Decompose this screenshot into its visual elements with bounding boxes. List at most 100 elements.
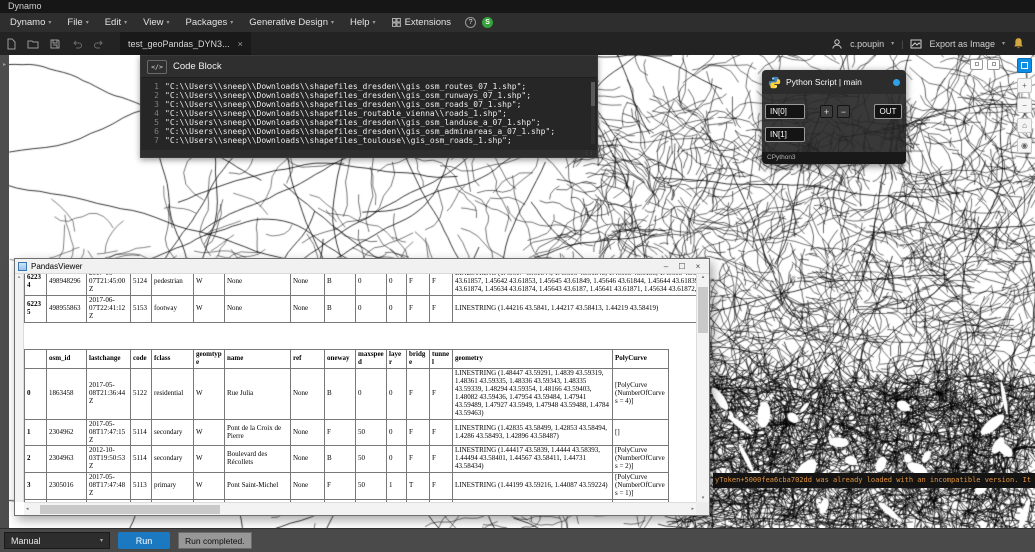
table-cell: F bbox=[429, 294, 453, 323]
code-scrollbar[interactable] bbox=[591, 82, 595, 144]
table-cell: F bbox=[429, 472, 453, 501]
table-cell: Pont de la Croix de Pierre bbox=[224, 418, 291, 447]
menu-help[interactable]: Help ▾ bbox=[342, 13, 384, 32]
scrollbar-thumb[interactable] bbox=[40, 505, 220, 514]
status-badge-icon[interactable]: S bbox=[482, 17, 494, 28]
zoom-out-button[interactable]: − bbox=[1017, 98, 1032, 113]
zoom-in-button[interactable]: + bbox=[1017, 78, 1032, 93]
python-engine-label[interactable]: CPython3 bbox=[762, 152, 906, 164]
extensions-icon bbox=[391, 18, 401, 27]
pandasviewer-titlebar[interactable]: PandasViewer – ☐ × bbox=[15, 259, 709, 274]
tab-close-icon[interactable]: × bbox=[238, 39, 243, 49]
table-cell: 5114 bbox=[130, 445, 152, 474]
table-cell: secondary bbox=[151, 445, 194, 474]
graph-view-icon[interactable] bbox=[970, 59, 983, 70]
output-port[interactable]: OUT bbox=[874, 104, 902, 119]
code-block-resize-handle[interactable]: ⋮⋮ bbox=[141, 150, 597, 157]
code-block-editor[interactable]: 1 "C:\\Users\\sneep\\Downloads\\shapefile… bbox=[141, 78, 597, 150]
chevron-down-icon: ▾ bbox=[48, 20, 52, 26]
left-scroll-gutter[interactable]: ▴ bbox=[15, 274, 24, 502]
code-line: 1 "C:\\Users\\sneep\\Downloads\\shapefile… bbox=[154, 82, 527, 91]
notification-bell-icon[interactable] bbox=[1012, 37, 1025, 50]
scroll-left-icon[interactable]: ◂ bbox=[26, 506, 29, 512]
menu-view[interactable]: View ▾ bbox=[135, 13, 177, 32]
minimize-button[interactable]: – bbox=[658, 260, 674, 273]
menubar: Dynamo ▾ File ▾ Edit ▾ View ▾ Packages ▾ Generativ… bbox=[0, 13, 1035, 32]
table-cell: footway bbox=[151, 294, 194, 323]
table-cell: None bbox=[290, 445, 325, 474]
column-header: oneway bbox=[324, 348, 356, 369]
code-block-node[interactable]: </> Code Block 1 "C:\\Users\\sneep\\Downl… bbox=[140, 55, 598, 158]
table-cell: 5113 bbox=[130, 472, 152, 501]
undo-icon[interactable] bbox=[68, 35, 86, 53]
table-cell: LINESTRING (1.44199 43.59216, 1.44087 43… bbox=[452, 472, 613, 501]
table-cell: 5124 bbox=[130, 274, 152, 296]
column-header: osm_id bbox=[46, 348, 87, 369]
menu-generative-design[interactable]: Generative Design ▾ bbox=[241, 13, 342, 32]
table-cell: LINESTRING (1.45617 43.61844, 1.45606 43… bbox=[452, 274, 696, 296]
table-cell: None bbox=[224, 294, 291, 323]
zoom-fit-button[interactable]: ⌂ bbox=[1017, 118, 1032, 133]
tab-document[interactable]: test_geoPandas_DYN3... × bbox=[120, 32, 251, 55]
vertical-scrollbar[interactable]: ▴ ▾ bbox=[696, 274, 709, 502]
menu-dynamo[interactable]: Dynamo ▾ bbox=[2, 13, 59, 32]
table-viewport[interactable]: 622344989482962017-06-07T21:45:00Z5124pe… bbox=[24, 274, 696, 502]
add-input-button[interactable]: + bbox=[820, 105, 833, 118]
run-mode-select[interactable]: Manual ▾ bbox=[4, 532, 110, 549]
table-cell: 0 bbox=[386, 445, 407, 474]
python-logo-icon bbox=[768, 76, 781, 88]
menu-edit[interactable]: Edit ▾ bbox=[97, 13, 135, 32]
run-status: Run completed. bbox=[178, 532, 252, 549]
account-name[interactable]: c.poupin bbox=[850, 39, 884, 49]
menu-file[interactable]: File ▾ bbox=[59, 13, 96, 32]
python-script-node[interactable]: Python Script | main IN[0] IN[1] + − OUT… bbox=[762, 70, 906, 164]
input-port-0[interactable]: IN[0] bbox=[765, 104, 805, 119]
column-header: PolyCurve bbox=[612, 348, 669, 369]
open-folder-icon[interactable] bbox=[24, 35, 42, 53]
table-cell: T bbox=[406, 472, 430, 501]
python-node-header[interactable]: Python Script | main bbox=[762, 70, 906, 94]
table-cell: Rue Julia bbox=[224, 367, 291, 420]
export-as-image[interactable]: Export as Image bbox=[929, 39, 995, 49]
table-cell: None bbox=[290, 418, 325, 447]
camera-export-icon[interactable] bbox=[987, 59, 1000, 70]
library-collapsed-strip[interactable]: ▸ bbox=[0, 55, 9, 528]
geometry-view-button[interactable] bbox=[1017, 58, 1032, 73]
table-cell: 0 bbox=[386, 274, 407, 296]
table-cell: [PolyCurve (NumberOfCurves = 2)] bbox=[612, 445, 669, 474]
column-header: tunnel bbox=[429, 348, 453, 369]
code-line: 3 "C:\\Users\\sneep\\Downloads\\shapefile… bbox=[154, 100, 522, 109]
pandasviewer-window[interactable]: PandasViewer – ☐ × 622344989482962017-06… bbox=[14, 258, 710, 516]
chevron-down-icon: ▾ bbox=[124, 20, 128, 26]
code-block-header[interactable]: </> Code Block bbox=[141, 56, 597, 78]
help-info-icon[interactable]: ? bbox=[465, 17, 477, 28]
table-cell: primary bbox=[151, 472, 194, 501]
menu-packages[interactable]: Packages ▾ bbox=[178, 13, 242, 32]
scrollbar-thumb[interactable] bbox=[698, 287, 708, 333]
chevron-down-icon: ▾ bbox=[891, 41, 895, 47]
save-icon[interactable] bbox=[46, 35, 64, 53]
table-cell: pedestrian bbox=[151, 274, 194, 296]
redo-icon[interactable] bbox=[90, 35, 108, 53]
table-cell: 2017-05-08T17:47:48Z bbox=[86, 472, 131, 501]
maximize-button[interactable]: ☐ bbox=[674, 260, 690, 273]
chevron-down-icon: ▾ bbox=[99, 538, 103, 544]
run-button[interactable]: Run bbox=[118, 532, 170, 549]
horizontal-scrollbar[interactable]: ◂ ▸ bbox=[24, 502, 696, 515]
dataframe-table-main: osm_id lastchange code fclass geomtype name re… bbox=[24, 348, 696, 502]
orbit-button[interactable]: ◉ bbox=[1017, 138, 1032, 153]
table-cell: None bbox=[224, 274, 291, 296]
input-port-1[interactable]: IN[1] bbox=[765, 127, 805, 142]
column-header: ref bbox=[290, 348, 325, 369]
close-button[interactable]: × bbox=[690, 260, 706, 273]
new-file-icon[interactable] bbox=[2, 35, 20, 53]
column-header bbox=[24, 348, 47, 369]
menu-extensions[interactable]: Extensions bbox=[384, 13, 459, 32]
table-cell: 0 bbox=[24, 367, 47, 420]
table-cell: LINESTRING (1.44417 43.5839, 1.4444 43.5… bbox=[452, 445, 613, 474]
table-cell: 50 bbox=[355, 445, 387, 474]
table-cell: 1 bbox=[24, 418, 47, 447]
table-cell: 2017-06-07T21:45:00Z bbox=[86, 274, 131, 296]
scroll-right-icon[interactable]: ▸ bbox=[691, 506, 694, 512]
remove-input-button[interactable]: − bbox=[837, 105, 850, 118]
